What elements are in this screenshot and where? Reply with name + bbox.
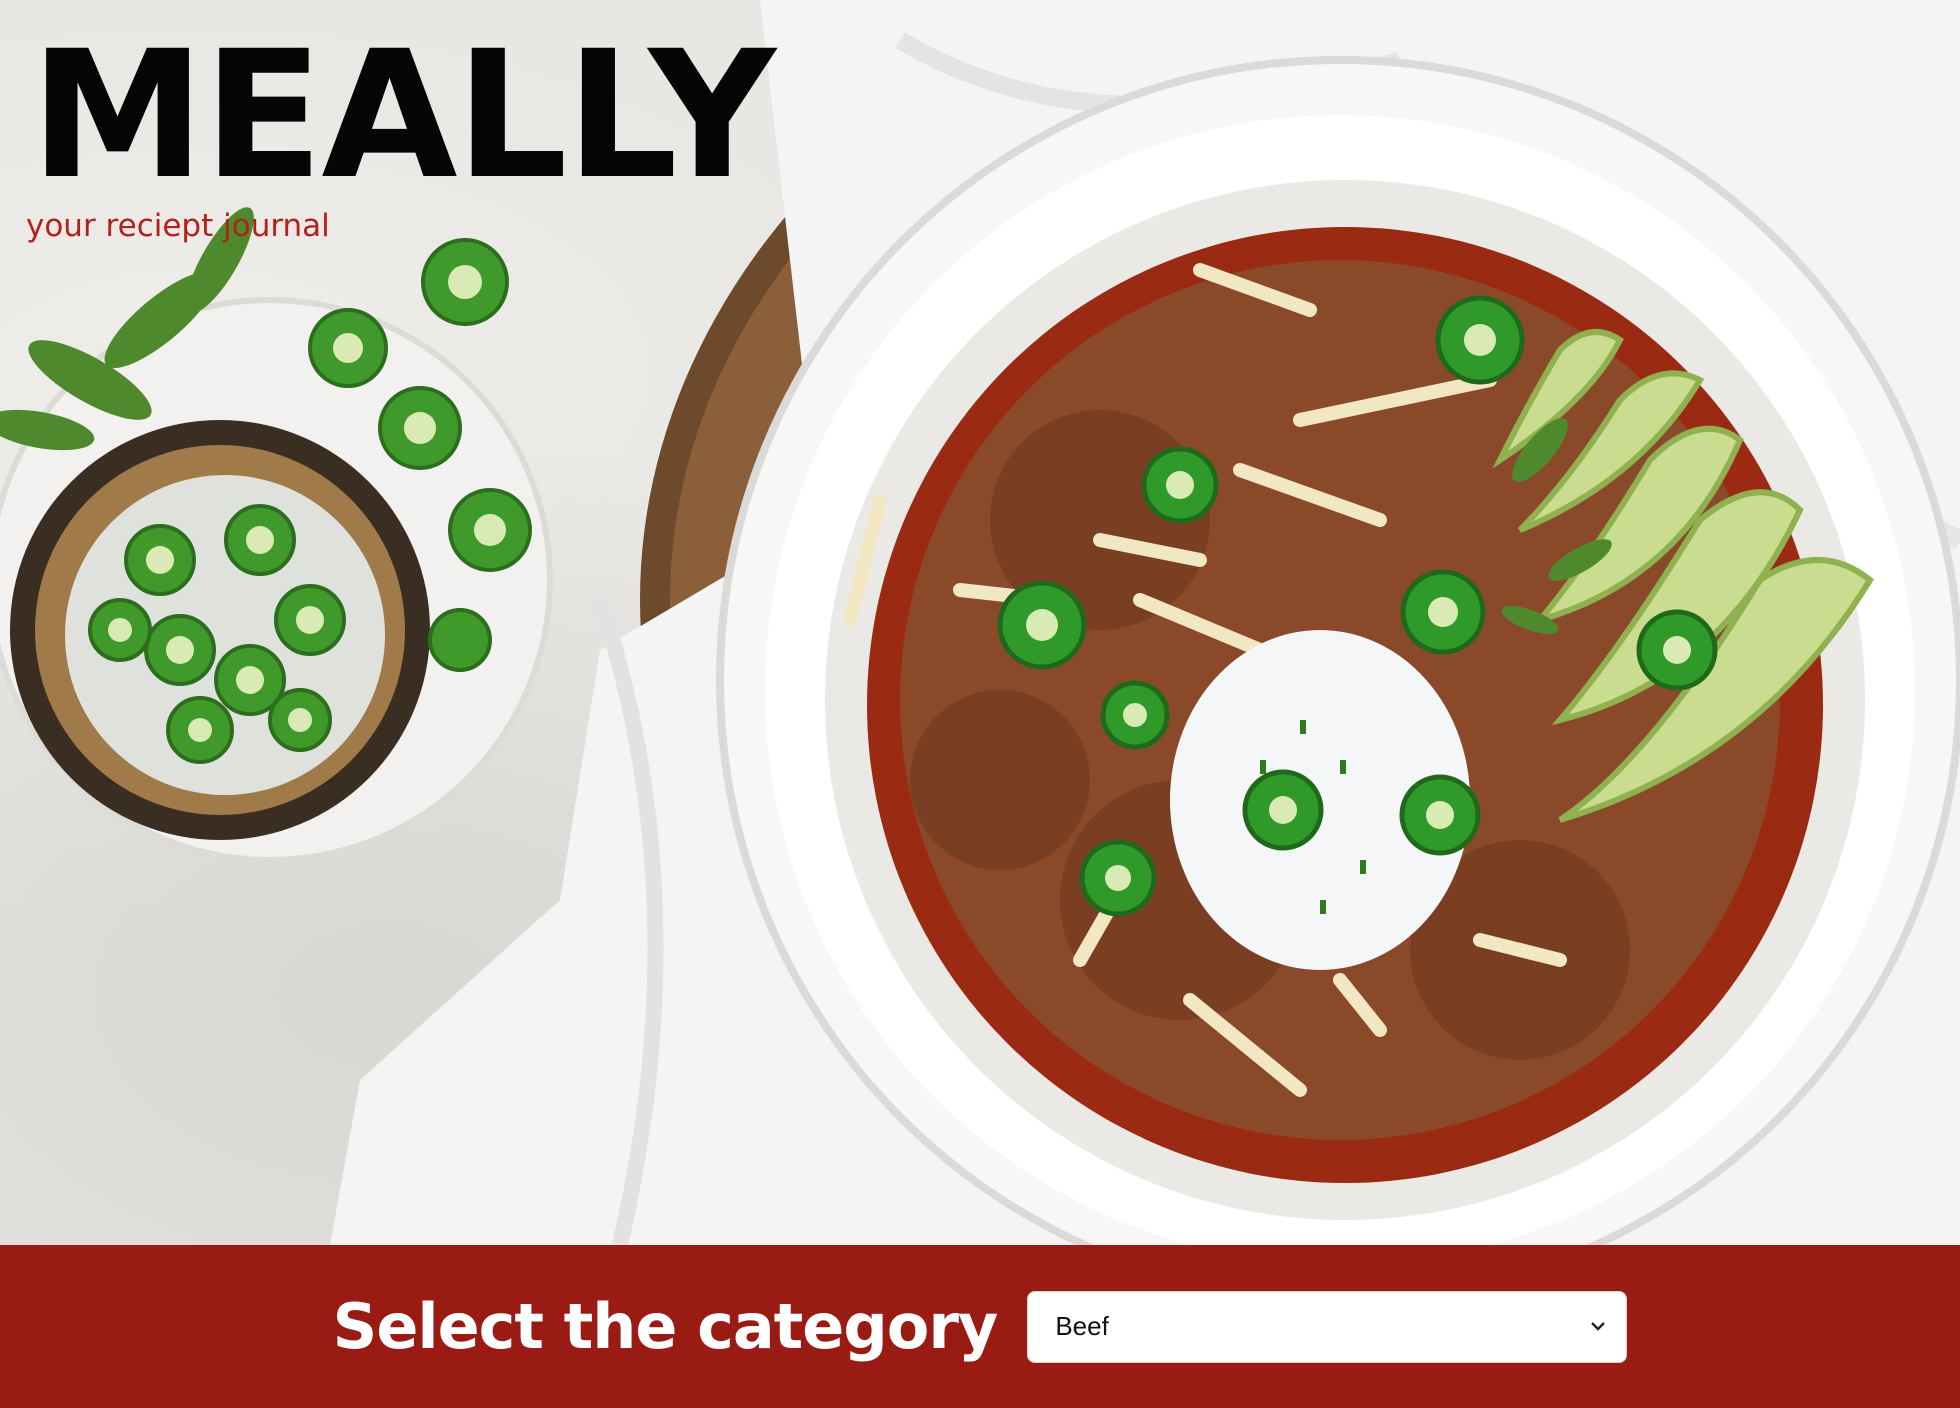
category-bar: Select the category Beef	[0, 1245, 1960, 1408]
brand-title: MEALLY	[30, 13, 776, 218]
category-select[interactable]: Beef	[1027, 1290, 1628, 1363]
hero-banner: MEALLY your reciept journal	[0, 0, 1960, 1245]
chevron-down-icon	[1591, 1321, 1606, 1331]
category-select-value: Beef	[1055, 1311, 1109, 1341]
brand: MEALLY your reciept journal	[26, 13, 776, 245]
category-label: Select the category	[332, 1290, 999, 1363]
